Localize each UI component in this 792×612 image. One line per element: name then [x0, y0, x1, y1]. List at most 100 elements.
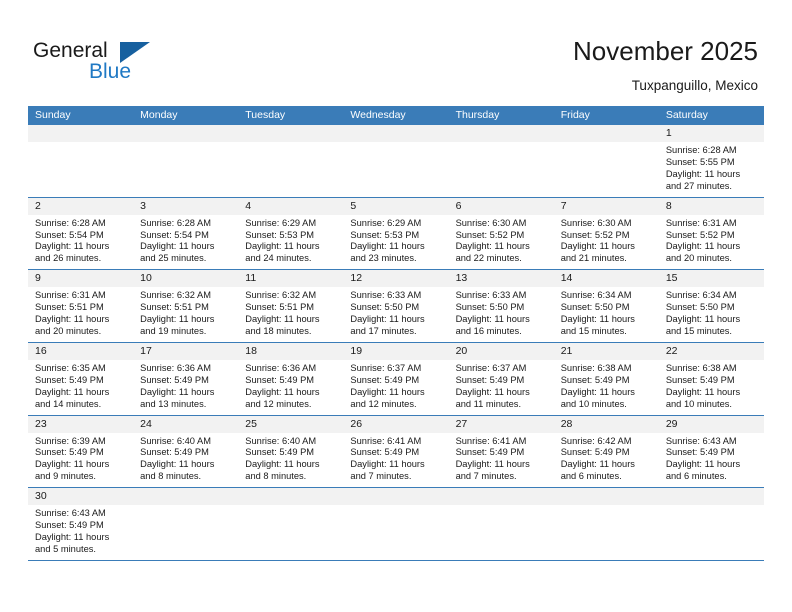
day-cell[interactable]: Sunrise: 6:34 AM Sunset: 5:50 PM Daylight:…: [659, 287, 764, 342]
day-detail-line: Daylight: 11 hours: [35, 386, 110, 397]
day-number[interactable]: 28: [554, 416, 659, 433]
day-number[interactable]: 5: [343, 198, 448, 215]
day-number[interactable]: 1: [659, 125, 764, 142]
day-cell[interactable]: Sunrise: 6:36 AM Sunset: 5:49 PM Daylight:…: [133, 360, 238, 415]
day-number[interactable]: 16: [28, 343, 133, 360]
day-cell[interactable]: Sunrise: 6:43 AM Sunset: 5:49 PM Daylight:…: [28, 505, 133, 560]
day-cell[interactable]: Sunrise: 6:39 AM Sunset: 5:49 PM Daylight:…: [28, 433, 133, 488]
day-detail-line: and 22 minutes.: [455, 253, 522, 264]
day-cell[interactable]: Sunrise: 6:37 AM Sunset: 5:49 PM Daylight:…: [343, 360, 448, 415]
logo-text-general: General: [33, 39, 108, 62]
day-detail-line: Daylight: 11 hours: [665, 314, 741, 325]
day-number[interactable]: 20: [449, 343, 554, 360]
day-number[interactable]: 30: [28, 488, 133, 505]
day-cell[interactable]: Sunrise: 6:29 AM Sunset: 5:53 PM Daylight:…: [343, 215, 448, 270]
day-detail-line: Sunrise: 6:36 AM: [245, 362, 317, 373]
day-cell[interactable]: Sunrise: 6:33 AM Sunset: 5:50 PM Daylight:…: [449, 287, 554, 342]
week-date-strip: 1: [28, 125, 764, 142]
day-detail-line: and 6 minutes.: [665, 471, 727, 482]
day-number[interactable]: 24: [133, 416, 238, 433]
calendar-weeks: 1 Sunrise: 6:28 AM Sunset: 5:55 PM Daylight…: [28, 125, 764, 560]
day-cell[interactable]: Sunrise: 6:41 AM Sunset: 5:49 PM Daylight:…: [449, 433, 554, 488]
calendar-week-row: 16 17 18 19 20 21 22 Sunrise: 6:35 AM Sunset: 5:…: [28, 341, 764, 415]
day-cell[interactable]: Sunrise: 6:28 AM Sunset: 5:54 PM Daylight:…: [133, 215, 238, 270]
day-detail-line: and 14 minutes.: [35, 398, 102, 409]
day-cell[interactable]: Sunrise: 6:28 AM Sunset: 5:54 PM Daylight:…: [28, 215, 133, 270]
day-detail-line: and 9 minutes.: [35, 471, 96, 482]
day-cell[interactable]: Sunrise: 6:32 AM Sunset: 5:51 PM Daylight:…: [238, 287, 343, 342]
weekday-header-wednesday: Wednesday: [350, 109, 406, 121]
week-body: Sunrise: 6:43 AM Sunset: 5:49 PM Daylight:…: [28, 505, 764, 560]
week-date-strip: 30: [28, 488, 764, 506]
day-cell[interactable]: Sunrise: 6:41 AM Sunset: 5:49 PM Daylight:…: [343, 433, 448, 488]
day-cell[interactable]: Sunrise: 6:35 AM Sunset: 5:49 PM Daylight:…: [28, 360, 133, 415]
day-number[interactable]: 9: [28, 270, 133, 287]
day-detail-line: and 16 minutes.: [455, 325, 522, 336]
day-number[interactable]: 4: [238, 198, 343, 215]
day-detail-line: Sunset: 5:49 PM: [665, 447, 735, 458]
day-number[interactable]: 2: [28, 198, 133, 215]
day-cell[interactable]: Sunrise: 6:31 AM Sunset: 5:52 PM Daylight:…: [659, 215, 764, 270]
day-number[interactable]: 17: [133, 343, 238, 360]
day-number[interactable]: 26: [343, 416, 448, 433]
day-detail-line: Sunset: 5:49 PM: [455, 374, 525, 385]
day-number[interactable]: 3: [133, 198, 238, 215]
day-cell[interactable]: Sunrise: 6:43 AM Sunset: 5:49 PM Daylight:…: [659, 433, 764, 488]
calendar-week-row: 2 3 4 5 6 7 8 Sunrise: 6:28 AM Sunset: 5:54 PM Da…: [28, 196, 764, 270]
day-detail-line: and 10 minutes.: [665, 398, 732, 409]
day-cell-empty: [238, 505, 343, 560]
day-number[interactable]: 22: [659, 343, 764, 360]
day-cell[interactable]: Sunrise: 6:36 AM Sunset: 5:49 PM Daylight:…: [238, 360, 343, 415]
day-detail-line: Sunrise: 6:41 AM: [350, 435, 422, 446]
day-number[interactable]: 21: [554, 343, 659, 360]
day-number[interactable]: 6: [449, 198, 554, 215]
day-cell[interactable]: Sunrise: 6:38 AM Sunset: 5:49 PM Daylight:…: [659, 360, 764, 415]
day-cell[interactable]: Sunrise: 6:34 AM Sunset: 5:50 PM Daylight:…: [554, 287, 659, 342]
day-number[interactable]: 23: [28, 416, 133, 433]
day-cell[interactable]: Sunrise: 6:32 AM Sunset: 5:51 PM Daylight:…: [133, 287, 238, 342]
day-number[interactable]: 13: [449, 270, 554, 287]
day-cell[interactable]: Sunrise: 6:31 AM Sunset: 5:51 PM Daylight:…: [28, 287, 133, 342]
day-detail-line: Daylight: 11 hours: [140, 314, 215, 325]
day-number[interactable]: 14: [554, 270, 659, 287]
day-detail-line: and 8 minutes.: [245, 471, 307, 482]
day-number[interactable]: 27: [449, 416, 554, 433]
day-detail-line: Daylight: 11 hours: [350, 241, 425, 252]
day-detail-line: Sunset: 5:54 PM: [35, 229, 104, 240]
day-detail-line: Daylight: 11 hours: [35, 241, 110, 252]
day-cell[interactable]: Sunrise: 6:29 AM Sunset: 5:53 PM Daylight:…: [238, 215, 343, 270]
day-cell[interactable]: Sunrise: 6:40 AM Sunset: 5:49 PM Daylight:…: [133, 433, 238, 488]
day-number[interactable]: 29: [659, 416, 764, 433]
day-cell[interactable]: Sunrise: 6:40 AM Sunset: 5:49 PM Daylight:…: [238, 433, 343, 488]
day-cell[interactable]: Sunrise: 6:30 AM Sunset: 5:52 PM Daylight:…: [554, 215, 659, 270]
week-body: Sunrise: 6:28 AM Sunset: 5:54 PM Daylight:…: [28, 214, 764, 270]
day-number[interactable]: 18: [238, 343, 343, 360]
day-cell[interactable]: Sunrise: 6:42 AM Sunset: 5:49 PM Daylight:…: [554, 433, 659, 488]
day-number[interactable]: 10: [133, 270, 238, 287]
day-number[interactable]: 15: [659, 270, 764, 287]
day-detail-line: Sunrise: 6:36 AM: [140, 362, 211, 373]
day-number[interactable]: 11: [238, 270, 343, 287]
week-date-strip: 2345678: [28, 197, 764, 215]
day-detail-line: and 15 minutes.: [665, 325, 732, 336]
day-detail-line: Sunset: 5:52 PM: [560, 229, 630, 240]
day-cell[interactable]: Sunrise: 6:37 AM Sunset: 5:49 PM Daylight:…: [449, 360, 554, 415]
day-detail-line: Daylight: 11 hours: [455, 386, 530, 397]
day-cell-empty: [28, 142, 133, 197]
general-blue-logo[interactable]: General Blue: [33, 40, 163, 90]
day-detail-line: Daylight: 11 hours: [350, 314, 425, 325]
day-detail-line: Sunset: 5:51 PM: [140, 302, 209, 313]
day-number[interactable]: 8: [659, 198, 764, 215]
day-detail-line: and 18 minutes.: [245, 325, 312, 336]
day-cell[interactable]: Sunrise: 6:30 AM Sunset: 5:52 PM Daylight:…: [449, 215, 554, 270]
day-cell[interactable]: Sunrise: 6:33 AM Sunset: 5:50 PM Daylight:…: [343, 287, 448, 342]
day-number[interactable]: 7: [554, 198, 659, 215]
day-detail-line: and 12 minutes.: [350, 398, 417, 409]
day-number[interactable]: 12: [343, 270, 448, 287]
day-detail-line: Sunset: 5:51 PM: [35, 302, 104, 313]
day-cell[interactable]: Sunrise: 6:28 AM Sunset: 5:55 PM Daylight:…: [659, 142, 764, 197]
day-detail-line: and 27 minutes.: [665, 180, 732, 191]
day-number[interactable]: 19: [343, 343, 448, 360]
day-cell[interactable]: Sunrise: 6:38 AM Sunset: 5:49 PM Daylight:…: [554, 360, 659, 415]
day-number[interactable]: 25: [238, 416, 343, 433]
